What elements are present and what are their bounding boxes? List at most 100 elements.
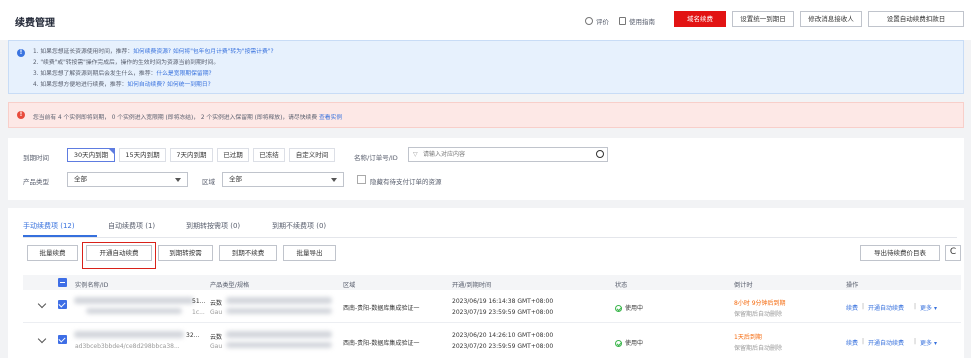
start-time: 2023/06/20 14:26:10 GMT+08:00 — [452, 332, 554, 339]
instance-id-fragment: 32... — [186, 332, 200, 339]
row-checkbox[interactable] — [58, 300, 67, 309]
status-text: 使用中 — [625, 305, 644, 312]
export-price-list-button[interactable]: 导出待续费价目表 — [860, 245, 940, 261]
to-on-demand-button[interactable]: 到期转按需 — [158, 245, 213, 261]
set-auto-renew-deduction-button[interactable]: 设置自动续费扣款日 — [868, 11, 964, 27]
enable-auto-renew-link[interactable]: 开通自动续费 — [868, 338, 904, 347]
op-separator: | — [862, 338, 865, 345]
col-instance: 实例名称/ID — [75, 282, 109, 289]
tab-no-renewal[interactable]: 到期不续费项 (0) — [272, 221, 326, 231]
search-icon[interactable] — [596, 150, 604, 158]
info-line-3-text: 3. 如果您想了解资源到期后会发生什么，推荐： — [33, 71, 157, 77]
info-line-4-text: 4. 如果您想方便地进行续费，推荐： — [33, 82, 128, 88]
renew-link[interactable]: 续费 — [846, 303, 858, 312]
chip-7-days[interactable]: 7天内到期 — [170, 148, 213, 162]
how-to-renew-link[interactable]: 如何续费资源? — [133, 49, 171, 55]
col-status: 状态 — [615, 282, 628, 289]
col-actions: 操作 — [846, 282, 859, 289]
refresh-button[interactable]: C — [945, 245, 961, 261]
modify-recipient-button[interactable]: 修改消息接收人 — [800, 11, 862, 27]
warning-message: 您当前有 4 个实例即将到期， 0 个实例进入宽限期 (即将冻结)， 2 个实例… — [33, 115, 318, 121]
more-link[interactable]: 更多 ▾ — [920, 338, 937, 347]
how-to-auto-renew-link[interactable]: 如何自动续费? — [127, 82, 165, 88]
highlight-annotation — [82, 242, 156, 269]
row-divider — [23, 322, 961, 323]
product-type: 云数 — [210, 334, 223, 341]
redacted-spec — [226, 342, 332, 348]
op-separator: | — [914, 303, 917, 310]
region-value: 全部 — [229, 175, 242, 183]
active-tab-indicator — [23, 235, 97, 237]
how-to-unify-expiry-link[interactable]: 如何统一到期日? — [167, 82, 211, 88]
product-type: 云数 — [210, 300, 223, 307]
countdown-note: 保留期后自动删除 — [734, 345, 783, 352]
page-title: 续费管理 — [15, 18, 55, 29]
chevron-down-icon — [175, 178, 181, 182]
col-product: 产品类型/规格 — [210, 282, 250, 289]
chip-frozen[interactable]: 已冻结 — [253, 148, 285, 162]
region-value: 西南-贵阳-数据库集成验证一 — [343, 340, 420, 347]
enable-auto-renew-link[interactable]: 开通自动续费 — [868, 303, 904, 312]
chip-15-days[interactable]: 15天内到期 — [119, 148, 166, 162]
redacted-product — [226, 331, 332, 338]
chip-expired[interactable]: 已过期 — [217, 148, 249, 162]
chip-30-days[interactable]: 30天内到期 — [67, 148, 115, 162]
product-spec: Gau — [210, 309, 223, 316]
feedback-link[interactable]: 评价 — [585, 16, 609, 26]
set-unified-expiry-button[interactable]: 设置统一到期日 — [732, 11, 794, 27]
col-region: 区域 — [343, 282, 356, 289]
product-type-label: 产品类型 — [23, 178, 49, 186]
grace-period-link[interactable]: 什么是宽限期保留期? — [156, 71, 211, 77]
batch-renew-button[interactable]: 批量续费 — [27, 245, 78, 261]
instance-id-fragment: 1c... — [192, 309, 205, 316]
expiry-label: 到期时间 — [23, 154, 49, 162]
region-label: 区域 — [202, 178, 215, 186]
renew-link[interactable]: 续费 — [846, 338, 858, 347]
row-checkbox[interactable] — [58, 335, 67, 344]
chip-custom-time[interactable]: 自定义时间 — [289, 148, 335, 162]
select-all-checkbox[interactable] — [58, 278, 67, 287]
region-value: 西南-贵阳-数据库集成验证一 — [343, 305, 420, 312]
end-time: 2023/07/20 23:59:59 GMT+08:00 — [452, 343, 554, 350]
instance-id: ad3bceb3bbde4/ce8d298bbca38... — [75, 343, 180, 350]
status-badge: 使用中 — [615, 338, 643, 347]
view-instances-link[interactable]: 查看实例 — [319, 115, 342, 121]
no-renew-button[interactable]: 到期不续费 — [219, 245, 277, 261]
end-time: 2023/07/19 23:59:59 GMT+08:00 — [452, 309, 554, 316]
warning-icon: ! — [17, 111, 25, 119]
product-type-select[interactable]: 全部 — [67, 172, 188, 187]
feedback-label: 评价 — [596, 18, 609, 26]
product-type-value: 全部 — [74, 175, 87, 183]
redacted-spec — [226, 308, 332, 314]
chevron-down-icon: ▾ — [933, 305, 937, 312]
search-label: 名称/订单号/ID — [354, 154, 398, 162]
hide-pending-checkbox[interactable] — [357, 175, 366, 184]
warning-notice: ! 您当前有 4 个实例即将到期， 0 个实例进入宽限期 (即将冻结)， 2 个… — [8, 102, 964, 128]
more-link[interactable]: 更多 ▾ — [920, 303, 937, 312]
info-line-3: 3. 如果您想了解资源到期后会发生什么，推荐：什么是宽限期保留期? — [33, 68, 212, 77]
info-line-1-text: 1. 如果您想延长资源使用时间，推荐： — [33, 49, 134, 55]
tab-on-demand[interactable]: 到期转按需项 (0) — [186, 221, 240, 231]
domain-renew-button[interactable]: 域名续费 — [674, 11, 726, 27]
col-countdown: 倒计时 — [734, 282, 753, 289]
tab-auto-renewal[interactable]: 自动续费项 (1) — [108, 221, 155, 231]
op-separator: | — [862, 303, 865, 310]
redacted-product — [226, 297, 332, 304]
tab-manual-renewal[interactable]: 手动续费项 (12) — [23, 221, 75, 231]
search-input[interactable] — [423, 149, 593, 160]
status-badge: 使用中 — [615, 303, 643, 312]
convert-to-on-demand-link[interactable]: 如何将"包年包月计费"转为"按需计费"? — [173, 49, 274, 55]
search-field[interactable]: ▽ — [408, 147, 608, 162]
info-icon: ! — [17, 49, 25, 57]
check-circle-icon — [615, 305, 622, 312]
col-time: 开通/到期时间 — [452, 282, 492, 289]
info-line-4: 4. 如果您想方便地进行续费，推荐：如何自动续费? 如何统一到期日? — [33, 79, 211, 88]
table-header — [23, 275, 961, 290]
redacted-name — [74, 297, 194, 304]
info-notice: ! 1. 如果您想延长资源使用时间，推荐：如何续费资源? 如何将"包年包月计费"… — [8, 40, 964, 94]
check-circle-icon — [615, 340, 622, 347]
guide-link[interactable]: 使用指南 — [619, 16, 655, 26]
countdown-value: 8小时 9分钟后到期 — [734, 300, 786, 307]
region-select[interactable]: 全部 — [222, 172, 344, 187]
batch-export-button[interactable]: 批量导出 — [283, 245, 336, 261]
